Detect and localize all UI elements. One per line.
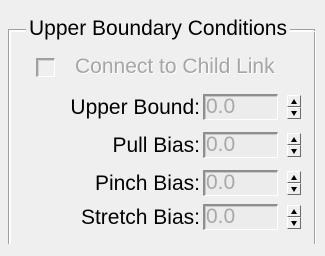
triangle-down-icon bbox=[291, 187, 297, 192]
upper-bound-spin-up-button[interactable] bbox=[287, 95, 301, 107]
triangle-up-icon bbox=[291, 137, 297, 142]
upper-bound-label: Upper Bound: bbox=[70, 96, 200, 119]
stretch-bias-spin-up-button[interactable] bbox=[287, 205, 301, 217]
pinch-bias-field[interactable]: 0.0 bbox=[203, 170, 278, 196]
pull-bias-field[interactable]: 0.0 bbox=[203, 132, 278, 158]
pinch-bias-row: Pinch Bias: 0.0 bbox=[0, 170, 325, 198]
pinch-bias-spin-up-button[interactable] bbox=[287, 171, 301, 183]
stretch-bias-spin-down-button[interactable] bbox=[287, 217, 301, 229]
pull-bias-spinner[interactable] bbox=[287, 132, 301, 158]
upper-bound-field[interactable]: 0.0 bbox=[203, 94, 278, 120]
stretch-bias-spinner[interactable] bbox=[287, 204, 301, 230]
group-title: Upper Boundary Conditions bbox=[26, 17, 290, 41]
pull-bias-label: Pull Bias: bbox=[112, 134, 200, 157]
pull-bias-spin-up-button[interactable] bbox=[287, 133, 301, 145]
stretch-bias-field[interactable]: 0.0 bbox=[203, 204, 278, 230]
pull-bias-row: Pull Bias: 0.0 bbox=[0, 132, 325, 160]
upper-bound-spinner[interactable] bbox=[287, 94, 301, 120]
triangle-down-icon bbox=[291, 221, 297, 226]
triangle-down-icon bbox=[291, 149, 297, 154]
pinch-bias-label: Pinch Bias: bbox=[94, 172, 200, 195]
triangle-up-icon bbox=[291, 209, 297, 214]
upper-bound-row: Upper Bound: 0.0 bbox=[0, 94, 325, 122]
triangle-up-icon bbox=[291, 99, 297, 104]
connect-to-child-link-label: Connect to Child Link bbox=[75, 55, 275, 78]
upper-bound-spin-down-button[interactable] bbox=[287, 107, 301, 119]
pinch-bias-spinner[interactable] bbox=[287, 170, 301, 196]
connect-to-child-link-checkbox[interactable] bbox=[36, 57, 55, 77]
pinch-bias-spin-down-button[interactable] bbox=[287, 183, 301, 195]
connect-to-child-link-checkbox-row[interactable]: Connect to Child Link bbox=[36, 52, 275, 82]
pull-bias-spin-down-button[interactable] bbox=[287, 145, 301, 157]
stretch-bias-label: Stretch Bias: bbox=[80, 206, 200, 229]
stretch-bias-row: Stretch Bias: 0.0 bbox=[0, 204, 325, 232]
triangle-down-icon bbox=[291, 111, 297, 116]
triangle-up-icon bbox=[291, 175, 297, 180]
